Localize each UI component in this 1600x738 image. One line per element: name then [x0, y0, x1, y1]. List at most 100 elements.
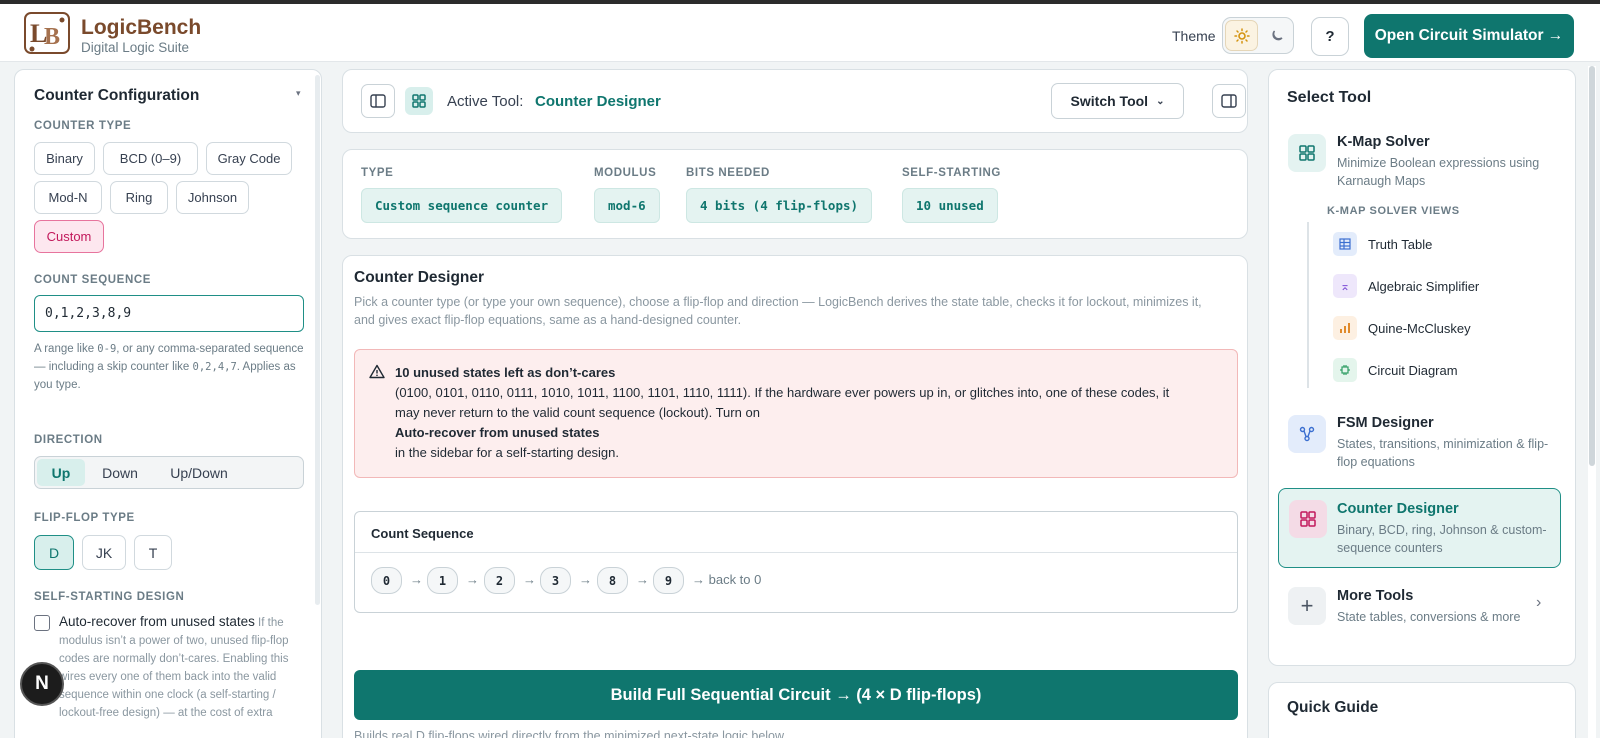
- page-scrollbar-thumb[interactable]: [1589, 66, 1595, 466]
- brand-subtitle: Digital Logic Suite: [81, 40, 190, 55]
- fsm-graph-icon: [1288, 415, 1326, 453]
- direction-down-button[interactable]: Down: [89, 459, 151, 486]
- quick-guide-title: Quick Guide: [1287, 699, 1379, 716]
- view-algebraic-simplifier[interactable]: ⌅ Algebraic Simplifier: [1269, 271, 1569, 301]
- count-sequence-input[interactable]: [34, 295, 304, 332]
- counter-configuration-panel: Counter Configuration ▾ COUNTER TYPE Bin…: [14, 69, 322, 738]
- tool-counter-designer[interactable]: Counter Designer Binary, BCD, ring, John…: [1278, 488, 1561, 568]
- direction-updown-button[interactable]: Up/Down: [155, 459, 243, 486]
- tool-more-tools[interactable]: + More Tools State tables, conversions &…: [1278, 580, 1566, 640]
- count-sequence-label: COUNT SEQUENCE: [34, 274, 152, 286]
- active-tool-bar: Active Tool: Counter Designer Switch Too…: [342, 69, 1248, 133]
- direction-label: DIRECTION: [34, 434, 103, 446]
- counter-stats-panel: TYPE Custom sequence counter MODULUS mod…: [342, 149, 1248, 239]
- kmap-grid-icon: [1288, 134, 1326, 172]
- auto-recover-checkbox[interactable]: [34, 615, 50, 631]
- type-bcd-button[interactable]: BCD (0–9): [103, 142, 198, 175]
- sequence-arrow: →: [579, 572, 592, 587]
- tool-more-desc: State tables, conversions & more: [1337, 610, 1521, 624]
- view-circuit-diagram[interactable]: Circuit Diagram: [1269, 355, 1569, 385]
- type-gray-code-button[interactable]: Gray Code: [206, 142, 292, 175]
- flipflop-t-button[interactable]: T: [134, 535, 172, 570]
- build-sequential-circuit-button[interactable]: Build Full Sequential Circuit → (4 × D f…: [354, 670, 1238, 720]
- chip-icon: [1333, 358, 1357, 382]
- type-ring-button[interactable]: Ring: [110, 181, 168, 214]
- sun-icon[interactable]: [1225, 20, 1258, 51]
- sequence-state-node: 9: [653, 567, 684, 594]
- view-truth-table[interactable]: Truth Table: [1269, 229, 1569, 259]
- view-qm-label: Quine-McCluskey: [1368, 321, 1471, 336]
- tool-kmap-name: K-Map Solver: [1337, 134, 1430, 150]
- count-sequence-title: Count Sequence: [371, 526, 474, 541]
- flipflop-jk-button[interactable]: JK: [82, 535, 126, 570]
- view-algebraic-label: Algebraic Simplifier: [1368, 279, 1480, 294]
- sequence-state-node: 2: [484, 567, 515, 594]
- kmap-views-label: K-MAP SOLVER VIEWS: [1327, 205, 1460, 217]
- switch-tool-label: Switch Tool: [1070, 93, 1149, 109]
- build-caption: Builds real D flip-flops wired directly …: [354, 729, 787, 738]
- sequence-state-node: 1: [427, 567, 458, 594]
- flipflop-d-button[interactable]: D: [34, 535, 74, 570]
- sequence-arrow: →: [466, 572, 479, 587]
- tool-kmap-desc: Minimize Boolean expressions using Karna…: [1337, 156, 1540, 188]
- tool-counter-desc: Binary, BCD, ring, Johnson & custom-sequ…: [1337, 523, 1547, 555]
- sequence-arrow: →: [523, 572, 536, 587]
- direction-segmented-control: Up Down Up/Down: [34, 456, 304, 489]
- tool-kmap-solver[interactable]: K-Map Solver Minimize Boolean expression…: [1278, 125, 1566, 197]
- table-icon: [1333, 232, 1357, 256]
- quick-guide-panel: Quick Guide: [1268, 682, 1576, 738]
- theme-toggle[interactable]: [1222, 17, 1294, 54]
- chevron-down-icon: ⌄: [1156, 95, 1165, 107]
- toggle-right-sidebar-icon[interactable]: [1212, 84, 1246, 118]
- auto-recover-label[interactable]: Auto-recover from unused states: [59, 614, 255, 629]
- collapse-caret-icon[interactable]: ▾: [296, 88, 301, 99]
- view-truth-table-label: Truth Table: [1368, 237, 1433, 252]
- stat-bits-label: BITS NEEDED: [686, 167, 770, 179]
- active-tool-name: Counter Designer: [535, 93, 661, 110]
- warning-icon: [369, 364, 385, 384]
- bar-chart-icon: [1333, 316, 1357, 340]
- type-mod-n-button[interactable]: Mod-N: [34, 181, 102, 214]
- toggle-left-sidebar-icon[interactable]: [361, 84, 395, 118]
- tool-more-name: More Tools: [1337, 588, 1414, 604]
- alert-title: 10 unused states left as don’t-cares: [395, 365, 616, 380]
- direction-up-button[interactable]: Up: [37, 459, 85, 486]
- flipflop-type-label: FLIP-FLOP TYPE: [34, 512, 135, 524]
- stat-type-label: TYPE: [361, 167, 394, 179]
- counter-designer-panel: Counter Designer Pick a counter type (or…: [342, 255, 1248, 738]
- switch-tool-dropdown[interactable]: Switch Tool ⌄: [1051, 83, 1184, 119]
- stat-type-value: Custom sequence counter: [361, 188, 563, 223]
- function-icon: ⌅: [1333, 274, 1357, 298]
- active-tool-label: Active Tool:: [447, 93, 524, 110]
- type-johnson-button[interactable]: Johnson: [176, 181, 249, 214]
- designer-title: Counter Designer: [354, 269, 485, 286]
- brand-name: LogicBench: [81, 16, 202, 39]
- type-custom-button[interactable]: Custom: [34, 220, 104, 253]
- divider: [355, 552, 1237, 553]
- alert-text: 10 unused states left as don’t-cares (01…: [395, 363, 1195, 463]
- moon-icon[interactable]: [1263, 20, 1291, 51]
- stat-bits-value: 4 bits (4 flip-flops): [686, 188, 873, 223]
- count-sequence-help: A range like 0-9, or any comma-separated…: [34, 343, 304, 391]
- plus-icon: +: [1288, 587, 1326, 625]
- view-quine-mccluskey[interactable]: Quine-McCluskey: [1269, 313, 1569, 343]
- logicbench-logo[interactable]: L B: [22, 10, 72, 56]
- help-button[interactable]: ?: [1311, 17, 1349, 56]
- dev-indicator-button[interactable]: N: [20, 662, 64, 706]
- alert-setting-name: Auto-recover from unused states: [395, 425, 600, 440]
- sidebar-scrollbar[interactable]: [315, 75, 320, 605]
- counter-grid-icon: [1289, 500, 1327, 538]
- alert-body: (0100, 0101, 0110, 0111, 1010, 1011, 110…: [395, 385, 1170, 420]
- type-binary-button[interactable]: Binary: [34, 142, 95, 175]
- tool-fsm-designer[interactable]: FSM Designer States, transitions, minimi…: [1278, 408, 1566, 480]
- stat-self-starting-value: 10 unused: [902, 188, 998, 223]
- sequence-state-node: 0: [371, 567, 402, 594]
- count-sequence-box: Count Sequence 0 → 1 → 2 → 3 → 8 → 9 → b…: [354, 511, 1238, 613]
- stat-modulus-value: mod-6: [594, 188, 660, 223]
- counter-designer-icon: [405, 87, 433, 115]
- tool-counter-name: Counter Designer: [1337, 501, 1459, 517]
- page-scrollbar[interactable]: [1588, 66, 1596, 738]
- open-circuit-simulator-button[interactable]: Open Circuit Simulator →: [1364, 14, 1574, 58]
- lockout-warning-alert: 10 unused states left as don’t-cares (01…: [354, 349, 1238, 478]
- counter-type-label: COUNTER TYPE: [34, 120, 132, 132]
